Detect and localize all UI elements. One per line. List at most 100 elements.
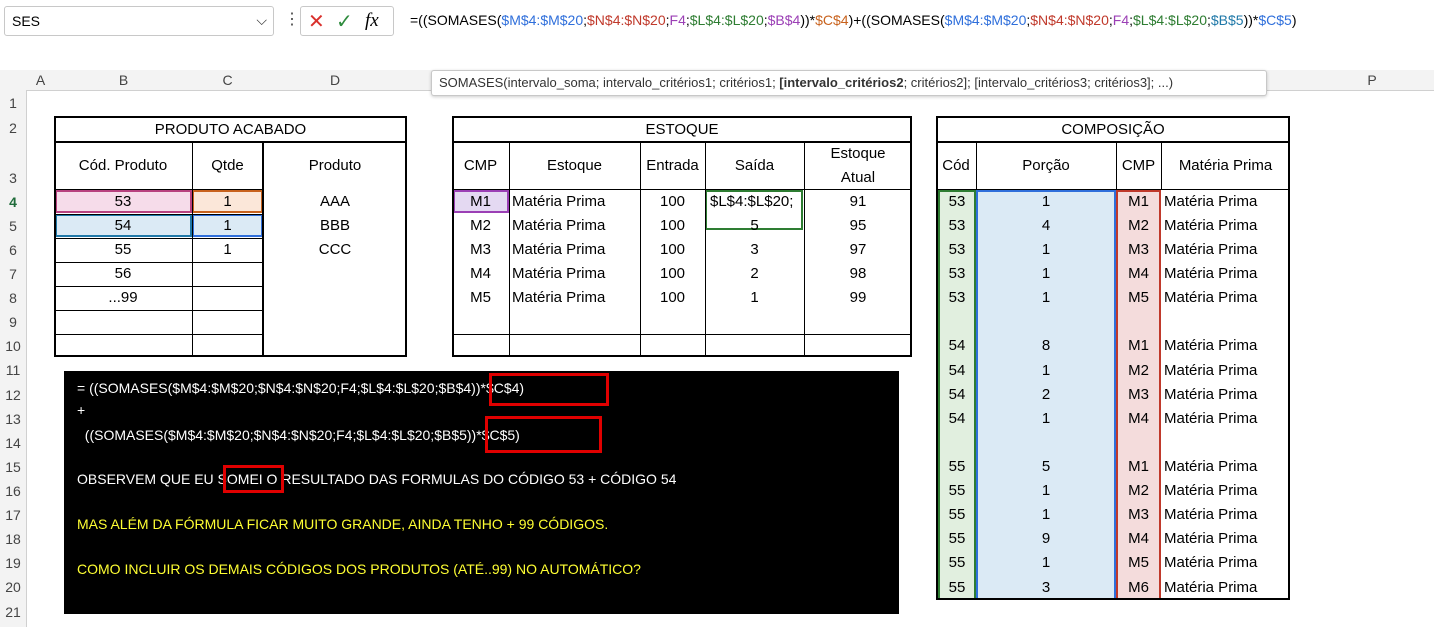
cell-estoque-atual[interactable]: 91 — [804, 190, 912, 214]
cell-materia-prima[interactable]: Matéria Prima — [1164, 238, 1290, 262]
cell-materia-prima[interactable]: Matéria Prima — [1164, 262, 1290, 286]
cell-cod[interactable]: 54 — [938, 383, 976, 407]
cell-porcao[interactable]: 1 — [976, 238, 1116, 262]
cell-entrada[interactable]: 100 — [640, 262, 705, 286]
cell-materia-prima[interactable]: Matéria Prima — [1164, 358, 1290, 383]
cell-porcao[interactable]: 5 — [976, 455, 1116, 479]
cell-porcao[interactable]: 8 — [976, 334, 1116, 358]
column-heading[interactable]: Produto — [263, 143, 407, 189]
cell-qtde[interactable] — [192, 262, 263, 286]
column-heading[interactable]: Qtde — [192, 143, 263, 189]
cell-porcao[interactable]: 3 — [976, 575, 1116, 600]
cell-produto[interactable]: BBB — [263, 214, 407, 238]
cell-materia-prima[interactable]: Matéria Prima — [1164, 575, 1290, 600]
cell-materia-prima[interactable]: Matéria Prima — [1164, 407, 1290, 431]
cell-saida[interactable]: 3 — [705, 238, 804, 262]
cell-materia-prima[interactable]: Matéria Prima — [1164, 286, 1290, 310]
table-title[interactable]: ESTOQUE — [452, 117, 912, 142]
cell-saida[interactable]: 5 — [705, 214, 804, 238]
cell-qtde[interactable] — [192, 334, 263, 357]
cell-qtde[interactable]: 1 — [192, 190, 263, 214]
cell-cod[interactable]: 55 — [938, 527, 976, 551]
cell-cmp[interactable]: M1 — [1116, 455, 1161, 479]
cell-produto[interactable]: CCC — [263, 238, 407, 262]
column-heading[interactable]: Saída — [705, 143, 804, 189]
cell-qtde[interactable] — [192, 286, 263, 310]
cell-cod[interactable]: 53 — [938, 238, 976, 262]
cell-cmp[interactable]: M2 — [1116, 479, 1161, 503]
cell-cmp[interactable]: M4 — [1116, 527, 1161, 551]
cell-cmp[interactable]: M4 — [1116, 262, 1161, 286]
cell-porcao[interactable]: 1 — [976, 262, 1116, 286]
cell-porcao[interactable]: 9 — [976, 527, 1116, 551]
cell-cmp[interactable]: M2 — [1116, 214, 1161, 238]
cell-cmp[interactable]: M3 — [1116, 383, 1161, 407]
column-heading[interactable]: Porção — [976, 143, 1116, 189]
cell-cmp[interactable]: M1 — [452, 190, 509, 214]
cell-cod[interactable]: 54 — [938, 334, 976, 358]
cell-estoque-atual[interactable]: 95 — [804, 214, 912, 238]
cell-estoque-atual[interactable]: 97 — [804, 238, 912, 262]
tooltip-current-arg[interactable]: [intervalo_critérios2 — [779, 75, 903, 90]
cell-cod-produto[interactable] — [54, 334, 192, 357]
cell-saida[interactable]: 2 — [705, 262, 804, 286]
cell-cod[interactable]: 53 — [938, 286, 976, 310]
cell-cod[interactable]: 55 — [938, 575, 976, 600]
cell-cod[interactable]: 53 — [938, 214, 976, 238]
column-heading[interactable]: Estoque — [804, 143, 912, 165]
cell-saida[interactable]: $L$4:$L$20; — [710, 190, 809, 214]
cell-cod-produto[interactable]: 54 — [54, 214, 192, 238]
cell-cod[interactable]: 55 — [938, 503, 976, 527]
cell-cod-produto[interactable] — [54, 310, 192, 334]
cell-materia-prima[interactable]: Matéria Prima — [1164, 214, 1290, 238]
cell-porcao[interactable]: 2 — [976, 383, 1116, 407]
cell-cmp[interactable]: M2 — [1116, 358, 1161, 383]
cell-porcao[interactable]: 1 — [976, 407, 1116, 431]
cell-estoque[interactable]: Matéria Prima — [512, 262, 640, 286]
table-title[interactable]: COMPOSIÇÃO — [936, 117, 1290, 142]
cell-estoque[interactable]: Matéria Prima — [512, 214, 640, 238]
cell-porcao[interactable]: 1 — [976, 479, 1116, 503]
cell-porcao[interactable]: 1 — [976, 286, 1116, 310]
cell-qtde[interactable]: 1 — [192, 238, 263, 262]
cell-cod-produto[interactable]: 53 — [54, 190, 192, 214]
cell-cmp[interactable]: M3 — [1116, 503, 1161, 527]
cell-cmp[interactable]: M2 — [452, 214, 509, 238]
column-heading[interactable]: Entrada — [640, 143, 705, 189]
column-heading[interactable]: CMP — [452, 143, 509, 189]
cell-materia-prima[interactable]: Matéria Prima — [1164, 455, 1290, 479]
cell-materia-prima[interactable]: Matéria Prima — [1164, 527, 1290, 551]
cell-estoque[interactable]: Matéria Prima — [512, 190, 640, 214]
cell-cod[interactable]: 53 — [938, 190, 976, 214]
cell-cod-produto[interactable]: 55 — [54, 238, 192, 262]
cell-entrada[interactable]: 100 — [640, 190, 705, 214]
cell-estoque-atual[interactable]: 99 — [804, 286, 912, 310]
cell-cmp[interactable]: M3 — [1116, 238, 1161, 262]
cell-qtde[interactable] — [192, 310, 263, 334]
cell-porcao[interactable]: 1 — [976, 551, 1116, 575]
column-heading[interactable]: Estoque — [509, 143, 640, 189]
cell-entrada[interactable]: 100 — [640, 238, 705, 262]
cell-porcao[interactable]: 4 — [976, 214, 1116, 238]
table-title[interactable]: PRODUTO ACABADO — [54, 117, 407, 142]
cell-cmp[interactable]: M1 — [1116, 190, 1161, 214]
cell-entrada[interactable]: 100 — [640, 214, 705, 238]
cell-porcao[interactable]: 1 — [976, 503, 1116, 527]
cell-materia-prima[interactable]: Matéria Prima — [1164, 190, 1290, 214]
cell-entrada[interactable]: 100 — [640, 286, 705, 310]
cell-cmp[interactable]: M6 — [1116, 575, 1161, 600]
cell-cmp[interactable]: M1 — [1116, 334, 1161, 358]
cell-cod-produto[interactable]: 56 — [54, 262, 192, 286]
cell-cmp[interactable]: M4 — [452, 262, 509, 286]
cell-cod[interactable]: 54 — [938, 407, 976, 431]
column-heading[interactable]: Cód — [936, 143, 976, 189]
column-heading[interactable]: Cód. Produto — [54, 143, 192, 189]
column-heading[interactable]: Atual — [804, 166, 912, 189]
cell-cmp[interactable]: M4 — [1116, 407, 1161, 431]
cell-estoque-atual[interactable]: 98 — [804, 262, 912, 286]
cell-qtde[interactable]: 1 — [192, 214, 263, 238]
cell-cmp[interactable]: M5 — [452, 286, 509, 310]
cell-cmp[interactable]: M5 — [1116, 286, 1161, 310]
cell-cod[interactable]: 55 — [938, 551, 976, 575]
cell-cod-produto[interactable]: ...99 — [54, 286, 192, 310]
